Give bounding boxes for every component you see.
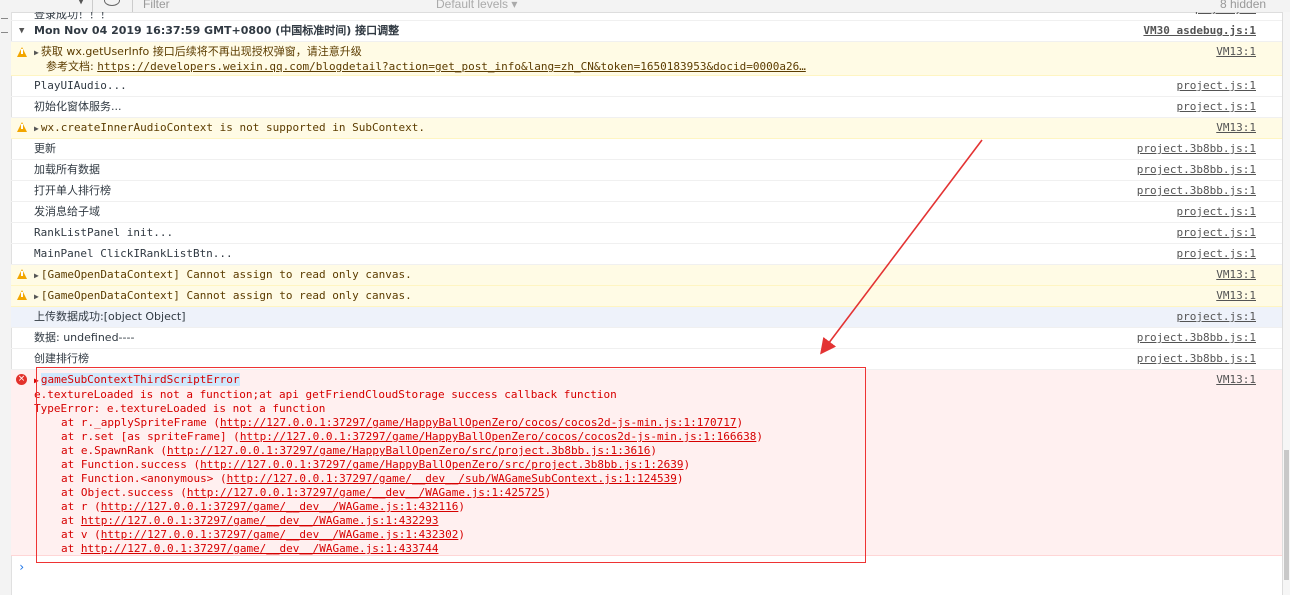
annotation-arrow [820,139,983,355]
